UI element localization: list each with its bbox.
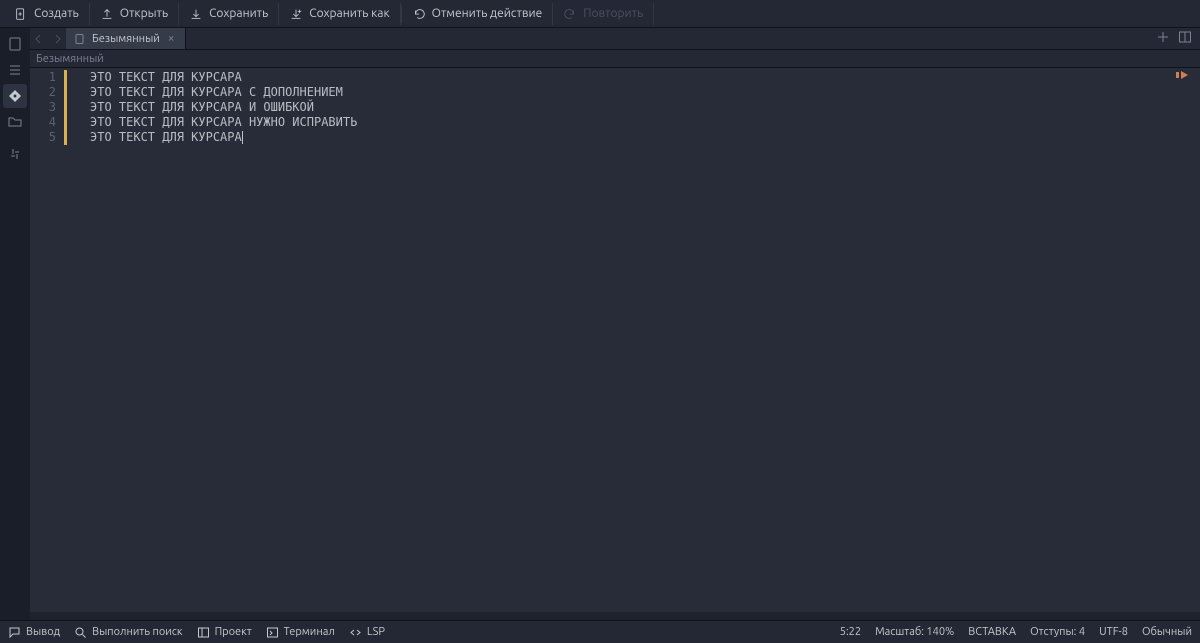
list-icon <box>7 62 23 78</box>
create-button[interactable]: Создать <box>4 3 90 25</box>
editor[interactable]: 12345 ЭТО ТЕКСТ ДЛЯ КУРСАРАЭТО ТЕКСТ ДЛЯ… <box>30 68 1200 612</box>
tab-active[interactable]: Безымянный × <box>66 28 186 49</box>
status-project[interactable]: Проект <box>197 626 252 639</box>
undo-label: Отменить действие <box>432 7 543 20</box>
chat-icon <box>8 626 21 639</box>
redo-button[interactable]: Повторить <box>553 3 654 25</box>
status-position[interactable]: 5:22 <box>840 626 861 638</box>
code-icon <box>349 626 362 639</box>
upload-icon <box>100 7 114 21</box>
status-bar: Вывод Выполнить поиск Проект Терминал LS… <box>0 620 1200 643</box>
open-label: Открыть <box>120 7 168 20</box>
breadcrumb[interactable]: Безымянный <box>30 50 1200 68</box>
search-icon <box>74 626 87 639</box>
status-mode[interactable]: ВСТАВКА <box>968 626 1016 638</box>
undo-button[interactable]: Отменить действие <box>402 3 554 25</box>
file-plus-icon <box>14 7 28 21</box>
save-button[interactable]: Сохранить <box>179 3 279 25</box>
save-as-button[interactable]: Сохранить как <box>279 3 400 25</box>
git-branch-icon <box>7 88 23 104</box>
open-button[interactable]: Открыть <box>90 3 179 25</box>
save-label: Сохранить <box>209 7 268 20</box>
text-cursor <box>242 131 243 144</box>
status-encoding[interactable]: UTF-8 <box>1099 626 1128 638</box>
redo-label: Повторить <box>583 7 643 20</box>
code-line[interactable]: ЭТО ТЕКСТ ДЛЯ КУРСАРА <box>90 70 1200 85</box>
status-filetype[interactable]: Обычный <box>1142 626 1192 638</box>
layout-icon <box>197 626 210 639</box>
breadcrumb-text: Безымянный <box>36 53 104 65</box>
status-indent[interactable]: Отступы: 4 <box>1030 626 1085 638</box>
activity-plugins[interactable] <box>3 142 27 166</box>
activity-bar <box>0 28 30 620</box>
tab-title: Безымянный <box>92 33 160 45</box>
tab-bar: Безымянный × <box>30 28 1200 50</box>
sliders-icon <box>7 146 23 162</box>
nav-forward[interactable] <box>48 28 66 49</box>
split-view-icon[interactable] <box>1178 30 1192 47</box>
save-as-label: Сохранить как <box>309 7 389 20</box>
document-icon <box>7 36 23 52</box>
status-zoom[interactable]: Масштаб: 140% <box>875 626 954 638</box>
code-line[interactable]: ЭТО ТЕКСТ ДЛЯ КУРСАРА С ДОПОЛНЕНИЕМ <box>90 85 1200 100</box>
undo-icon <box>412 7 426 21</box>
status-lsp[interactable]: LSP <box>349 626 385 639</box>
folder-icon <box>7 114 23 130</box>
code-line[interactable]: ЭТО ТЕКСТ ДЛЯ КУРСАРА НУЖНО ИСПРАВИТЬ <box>90 115 1200 130</box>
editor-pane: Безымянный × Безымянный 12345 ЭТО ТЕКСТ … <box>30 28 1200 620</box>
top-toolbar: Создать Открыть Сохранить Сохранить как … <box>0 0 1200 28</box>
line-number-gutter: 12345 <box>30 68 64 612</box>
file-icon <box>74 33 86 45</box>
code-line[interactable]: ЭТО ТЕКСТ ДЛЯ КУРСАРА <box>90 130 1200 145</box>
run-indicator-icon[interactable] <box>1176 70 1190 82</box>
activity-git[interactable] <box>3 84 27 108</box>
status-search[interactable]: Выполнить поиск <box>74 626 182 639</box>
terminal-icon <box>266 626 279 639</box>
code-line[interactable]: ЭТО ТЕКСТ ДЛЯ КУРСАРА И ОШИБКОЙ <box>90 100 1200 115</box>
download-plus-icon <box>289 7 303 21</box>
download-icon <box>189 7 203 21</box>
status-terminal[interactable]: Терминал <box>266 626 335 639</box>
tab-close[interactable]: × <box>166 32 177 45</box>
horizontal-scrollbar[interactable] <box>30 612 1200 620</box>
activity-documents[interactable] <box>3 32 27 56</box>
nav-back[interactable] <box>30 28 48 49</box>
create-label: Создать <box>34 7 79 20</box>
activity-folder[interactable] <box>3 110 27 134</box>
status-output[interactable]: Вывод <box>8 626 60 639</box>
redo-icon <box>563 7 577 21</box>
activity-list[interactable] <box>3 58 27 82</box>
add-tab-icon[interactable] <box>1156 30 1170 47</box>
code-area[interactable]: ЭТО ТЕКСТ ДЛЯ КУРСАРАЭТО ТЕКСТ ДЛЯ КУРСА… <box>64 68 1200 612</box>
